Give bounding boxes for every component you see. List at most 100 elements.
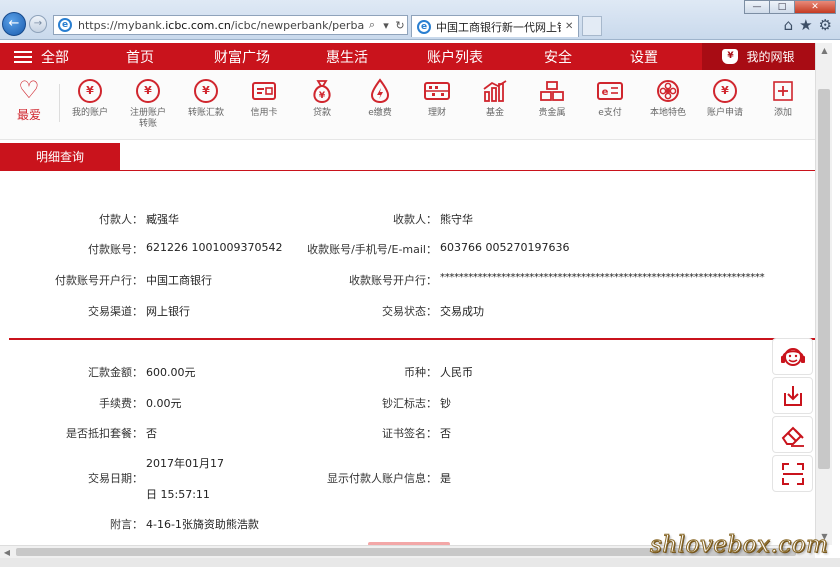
browser-chrome: — □ ✕ ← → e https://mybank.icbc.com.cn/i… (0, 0, 840, 40)
tab-title: 中国工商银行新一代网上银... (436, 20, 561, 34)
customer-service-button[interactable] (772, 338, 813, 375)
drop-icon (370, 78, 390, 104)
amount-label: 汇款金额： (88, 366, 143, 379)
func-my-account[interactable]: ¥ 我的账户 (61, 78, 119, 119)
scan-button[interactable] (772, 455, 813, 492)
func-label: e支付 (598, 108, 622, 118)
home-icon[interactable]: ⌂ (784, 16, 794, 34)
settings-gear-icon[interactable]: ⚙ (819, 16, 832, 34)
nav-item-wealth[interactable]: 财富广场 (190, 47, 294, 67)
payee-bank-value: ****************************************… (440, 272, 765, 283)
favorites-star-icon[interactable]: ★ (799, 16, 812, 34)
payee-label: 收款人： (393, 213, 437, 226)
func-label: 我的账户 (71, 108, 108, 118)
my-bank-button[interactable]: ¥ 我的网银 (702, 43, 815, 70)
func-credit-card[interactable]: 信用卡 (235, 78, 293, 119)
svg-text:¥: ¥ (319, 91, 326, 101)
main-content: 明细查询 付款人： 臧强华 收款人： 熊守华 付款账号： 621226 1001… (0, 140, 815, 546)
cert-value: 否 (440, 427, 451, 440)
func-label: 贷款 (312, 108, 331, 118)
func-label: 信用卡 (250, 108, 278, 118)
credit-card-icon (252, 82, 276, 100)
func-label: 转账汇款 (187, 108, 224, 118)
my-bank-label: 我的网银 (746, 50, 795, 64)
payer-value: 臧强华 (146, 213, 179, 226)
func-e-payment[interactable]: e缴费 (351, 78, 409, 119)
func-account-application[interactable]: ¥ 账户申请 (696, 78, 754, 119)
func-precious-metals[interactable]: 贵金属 (523, 78, 581, 119)
payee-bank-label: 收款账号开户行： (349, 274, 437, 287)
eraser-icon (781, 426, 804, 447)
maximize-button[interactable]: □ (769, 0, 795, 14)
new-tab-button[interactable] (582, 16, 602, 36)
top-nav: 全部 首页 财富广场 惠生活 账户列表 安全 设置 ¥ 我的网银 (0, 43, 815, 70)
tab-close-icon[interactable]: ✕ (565, 21, 573, 32)
ie-logo-icon: e (58, 18, 72, 32)
scroll-up-arrow-icon[interactable]: ▲ (816, 43, 833, 59)
yen-circle-icon: ¥ (78, 79, 102, 103)
dropdown-icon[interactable]: ▾ (379, 19, 393, 32)
tab-detail-query[interactable]: 明细查询 (0, 143, 120, 171)
func-wealth-management[interactable]: 理财 (408, 78, 466, 119)
minimize-button[interactable]: — (744, 0, 770, 14)
func-e-pay[interactable]: e e支付 (581, 78, 639, 119)
nav-item-accounts[interactable]: 账户列表 (400, 47, 510, 67)
nav-item-life[interactable]: 惠生活 (294, 47, 400, 67)
fee-value: 0.00元 (146, 397, 182, 410)
yen-hand-icon: ¥ (713, 79, 737, 103)
svg-text:e: e (602, 87, 609, 98)
status-value: 交易成功 (440, 305, 484, 318)
currency-label: 币种： (404, 366, 437, 379)
payer-bank-value: 中国工商银行 (146, 274, 212, 287)
close-window-button[interactable]: ✕ (794, 0, 836, 14)
cert-label: 证书签名： (382, 427, 437, 440)
browser-tab[interactable]: e 中国工商银行新一代网上银... ✕ (411, 15, 579, 37)
func-label: 贵金属 (538, 108, 566, 118)
show-payer-label: 显示付款人账户信息： (327, 472, 437, 485)
payer-account-value: 621226 1001009370542 (146, 241, 283, 254)
all-menu-label: 全部 (41, 49, 69, 66)
payer-account-label: 付款账号： (88, 243, 143, 256)
func-add[interactable]: 添加 (754, 78, 812, 119)
status-label: 交易状态： (382, 305, 437, 318)
func-fund[interactable]: 基金 (466, 78, 524, 119)
package-label: 是否抵扣套餐： (66, 427, 143, 440)
abacus-icon (424, 82, 450, 100)
back-button[interactable]: ← (2, 12, 26, 36)
window-controls: — □ ✕ (744, 0, 836, 14)
favorites-button[interactable]: ♡ 最爱 (8, 76, 50, 123)
customer-service-icon (780, 347, 805, 366)
yen-transfer-icon: ¥ (194, 79, 218, 103)
func-local-features[interactable]: 本地特色 (639, 78, 697, 119)
flower-icon (657, 80, 679, 102)
all-menu-button[interactable]: 全部 (0, 43, 90, 70)
func-label: 理财 (427, 108, 446, 118)
vertical-scrollbar[interactable]: ▲ ▼ (815, 43, 832, 545)
forward-button[interactable]: → (29, 15, 47, 33)
payee-account-value: 603766 005270197636 (440, 241, 570, 254)
nav-item-security[interactable]: 安全 (510, 47, 606, 67)
nav-item-settings[interactable]: 设置 (606, 47, 682, 67)
search-icon[interactable]: ⌕ (365, 18, 379, 32)
vertical-scroll-thumb[interactable] (818, 89, 830, 469)
func-registered-transfer[interactable]: ¥ 注册账户 转账 (119, 78, 177, 130)
func-loan[interactable]: ¥ 贷款 (293, 78, 351, 119)
func-label: 添加 (773, 108, 792, 118)
package-value: 否 (146, 427, 157, 440)
func-label: 账户申请 (706, 108, 743, 118)
e-pay-icon: e (597, 82, 623, 100)
clear-button[interactable] (772, 416, 813, 453)
date-value-line2: 日 15:57:11 (146, 488, 210, 501)
url-text[interactable]: https://mybank.icbc.com.cn/icbc/newperba… (78, 19, 365, 32)
nav-item-home[interactable]: 首页 (90, 47, 190, 67)
func-label: 基金 (485, 108, 504, 118)
status-strip (0, 558, 840, 567)
fee-label: 手续费： (99, 397, 143, 410)
heart-icon: ♡ (18, 76, 40, 104)
download-button[interactable] (772, 377, 813, 414)
func-transfer[interactable]: ¥ 转账汇款 (177, 78, 235, 119)
bar-chart-icon (483, 80, 507, 102)
address-bar[interactable]: e https://mybank.icbc.com.cn/icbc/newper… (53, 15, 408, 35)
refresh-icon[interactable]: ↻ (393, 19, 407, 32)
date-label: 交易日期： (88, 472, 143, 485)
